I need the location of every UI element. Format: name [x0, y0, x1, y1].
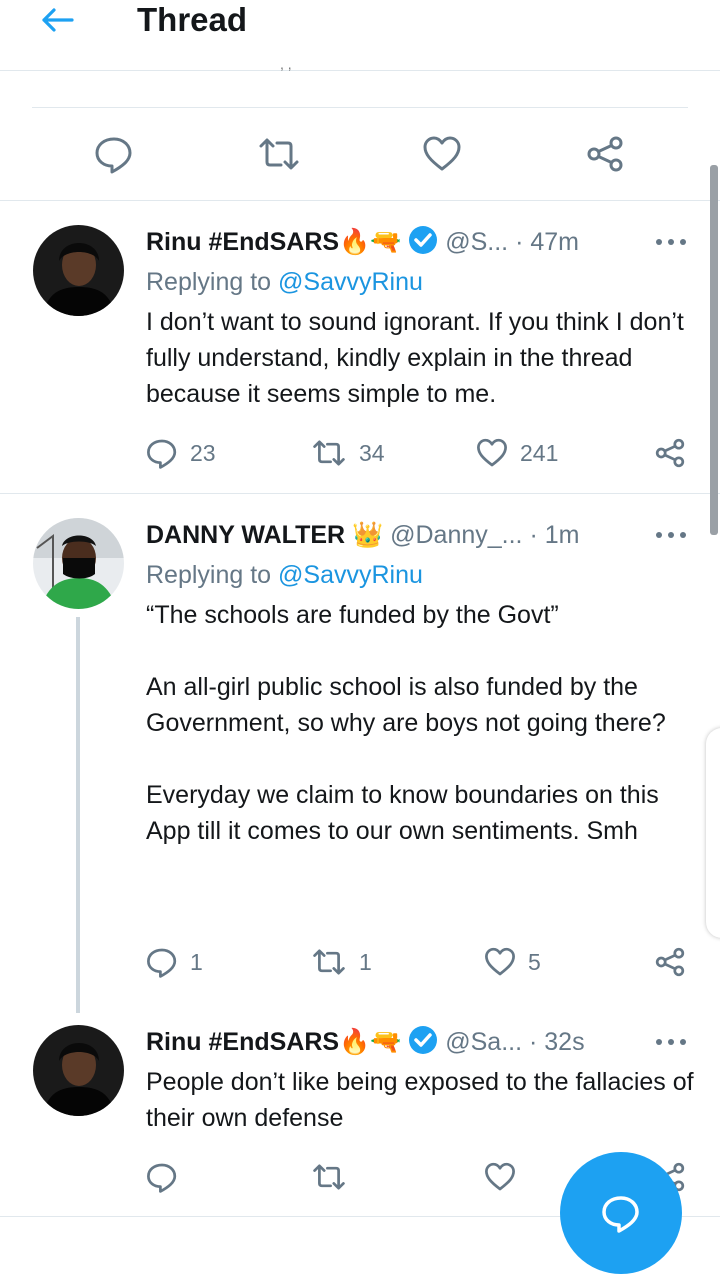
more-options-button[interactable] [654, 1032, 688, 1052]
username[interactable]: @S... [445, 228, 508, 256]
profile-photo-icon [33, 518, 124, 609]
main-tweet-actions [0, 120, 720, 190]
share-icon [587, 136, 623, 172]
compose-reply-button[interactable] [560, 1152, 682, 1274]
reply-count: 1 [190, 948, 203, 975]
heart-icon [485, 1162, 515, 1191]
retweet-icon [313, 440, 345, 466]
mention-link[interactable]: @SavvyRinu [278, 561, 423, 589]
reply-icon [602, 1196, 639, 1233]
more-icon [656, 1039, 686, 1045]
edge-panel-handle[interactable] [706, 728, 720, 938]
heart-icon [423, 136, 461, 171]
retweet-icon [259, 138, 299, 170]
more-options-button[interactable] [654, 525, 688, 545]
timestamp[interactable]: · 32s [529, 1028, 585, 1056]
timestamp[interactable]: · 1m [529, 521, 579, 549]
display-name[interactable]: Rinu #EndSARS🔥🔫 [146, 1028, 401, 1056]
divider [32, 107, 688, 108]
share-button[interactable] [654, 433, 686, 473]
like-count: 5 [528, 948, 541, 975]
avatar[interactable] [33, 518, 124, 609]
username[interactable]: @Sa... [445, 1028, 522, 1056]
retweet-button[interactable] [257, 134, 299, 174]
tweet-text: People don’t like being exposed to the f… [146, 1068, 694, 1132]
arrow-left-icon [42, 8, 74, 32]
reply-button[interactable] [94, 134, 134, 174]
tweet[interactable]: Rinu #EndSARS🔥🔫 @S... · 47m Replying to … [0, 200, 720, 493]
replying-to: Replying to @SavvyRinu [146, 557, 423, 593]
verified-badge-icon [409, 226, 438, 254]
tweet-header: Rinu #EndSARS🔥🔫 @S... · 47m [146, 224, 696, 260]
heart-icon [477, 438, 507, 467]
reply-button[interactable] [146, 1157, 190, 1197]
replying-to-label: Replying to [146, 268, 279, 296]
reply-icon [95, 137, 132, 174]
reply-button[interactable]: 23 [146, 433, 216, 473]
display-name[interactable]: DANNY WALTER 👑 [146, 521, 383, 549]
share-icon [655, 947, 685, 977]
like-count: 241 [520, 439, 559, 466]
more-icon [656, 532, 686, 538]
share-button[interactable] [585, 134, 625, 174]
like-button[interactable] [484, 1157, 528, 1197]
retweet-icon [313, 1164, 345, 1190]
tweet-text: “The schools are funded by the Govt” An … [146, 601, 666, 845]
avatar[interactable] [33, 1025, 124, 1116]
username[interactable]: @Danny_... [390, 521, 522, 549]
tweet-header: Rinu #EndSARS🔥🔫 @Sa... · 32s [146, 1024, 696, 1060]
share-icon [655, 438, 685, 468]
like-button[interactable]: 5 [484, 942, 541, 982]
more-options-button[interactable] [654, 232, 688, 252]
replying-to-label: Replying to [146, 561, 279, 589]
timestamp[interactable]: · 47m [515, 228, 579, 256]
retweet-count: 34 [359, 439, 385, 466]
tweet-text: I don’t want to sound ignorant. If you t… [146, 308, 684, 408]
scrollbar[interactable] [710, 165, 718, 535]
reply-count: 23 [190, 439, 216, 466]
truncated-text: , , [280, 56, 292, 72]
reply-icon [147, 1163, 177, 1193]
heart-icon [485, 947, 515, 976]
share-button[interactable] [654, 942, 686, 982]
top-app-bar: Thread , , [0, 0, 720, 72]
like-button[interactable]: 241 [476, 433, 558, 473]
like-button[interactable] [422, 134, 462, 174]
tweet-actions: 1 1 5 [146, 942, 691, 982]
page-title: Thread [137, 1, 248, 38]
retweet-count: 1 [359, 948, 372, 975]
verified-badge-icon [409, 1026, 438, 1054]
more-icon [656, 239, 686, 245]
profile-photo-icon [33, 225, 124, 316]
profile-photo-icon [33, 1025, 124, 1116]
reply-icon [147, 948, 177, 978]
replying-to: Replying to @SavvyRinu [146, 264, 423, 300]
retweet-icon [313, 949, 345, 975]
retweet-button[interactable] [311, 1157, 359, 1197]
tweet-actions: 23 34 241 [146, 433, 691, 473]
display-name[interactable]: Rinu #EndSARS🔥🔫 [146, 228, 401, 256]
tweet[interactable]: DANNY WALTER 👑 @Danny_... · 1m Replying … [0, 493, 720, 1013]
retweet-button[interactable]: 1 [311, 942, 372, 982]
retweet-button[interactable]: 34 [311, 433, 385, 473]
avatar[interactable] [33, 225, 124, 316]
thread-connector-line [76, 617, 80, 1013]
mention-link[interactable]: @SavvyRinu [278, 268, 423, 296]
reply-icon [147, 439, 177, 469]
tweet-header: DANNY WALTER 👑 @Danny_... · 1m [146, 517, 696, 553]
reply-button[interactable]: 1 [146, 942, 203, 982]
back-button[interactable] [38, 6, 78, 34]
